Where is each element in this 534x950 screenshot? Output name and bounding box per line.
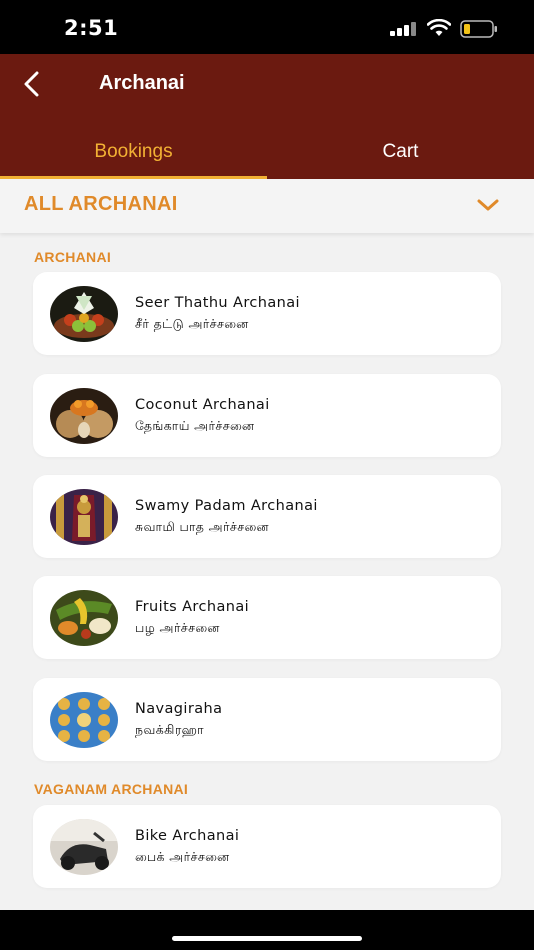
signal-icon <box>390 22 416 36</box>
wifi-icon <box>427 19 451 36</box>
list-item[interactable]: Navagiraha நவக்கிரஹா <box>33 678 501 761</box>
battery-icon <box>460 20 497 38</box>
home-bar-area <box>0 910 534 950</box>
bike-image <box>50 819 118 875</box>
chevron-down-icon <box>477 199 499 211</box>
item-subtitle: சுவாமி பாத அர்ச்சனை <box>135 519 269 534</box>
item-subtitle: தேங்காய் அர்ச்சனை <box>135 418 255 433</box>
list-item[interactable]: Seer Thathu Archanai சீர் தட்டு அர்ச்சனை <box>33 272 501 355</box>
item-title: Coconut Archanai <box>135 397 270 413</box>
list-item[interactable]: Fruits Archanai பழ அர்ச்சனை <box>33 576 501 659</box>
coconut-image <box>50 388 118 444</box>
item-subtitle: பைக் அர்ச்சனை <box>135 849 230 864</box>
list-item[interactable]: Swamy Padam Archanai சுவாமி பாத அர்ச்சனை <box>33 475 501 558</box>
back-button[interactable] <box>16 66 46 102</box>
fruits-image <box>50 590 118 646</box>
status-time: 2:51 <box>64 16 119 40</box>
item-title: Swamy Padam Archanai <box>135 498 318 514</box>
item-subtitle: சீர் தட்டு அர்ச்சனை <box>135 316 249 331</box>
item-subtitle: நவக்கிரஹா <box>135 722 204 737</box>
filter-selected-label: ALL ARCHANAI <box>24 193 178 215</box>
chevron-left-icon <box>24 71 39 97</box>
page-title: Archanai <box>99 72 185 94</box>
tab-bookings[interactable]: Bookings <box>0 134 267 179</box>
tab-cart[interactable]: Cart <box>267 134 534 179</box>
item-title: Navagiraha <box>135 701 223 717</box>
section-heading-archanai: ARCHANAI <box>34 249 112 265</box>
deity-image <box>50 489 118 545</box>
list-item[interactable]: Bike Archanai பைக் அர்ச்சனை <box>33 805 501 888</box>
status-bar: 2:51 <box>0 0 534 54</box>
home-indicator[interactable] <box>172 936 362 941</box>
item-title: Fruits Archanai <box>135 599 250 615</box>
item-subtitle: பழ அர்ச்சனை <box>135 620 220 635</box>
navagraha-image <box>50 692 118 748</box>
fruit-plate-image <box>50 286 118 342</box>
section-heading-vaganam-archanai: VAGANAM ARCHANAI <box>34 781 189 797</box>
item-title: Bike Archanai <box>135 828 240 844</box>
item-title: Seer Thathu Archanai <box>135 295 300 311</box>
archanai-filter-dropdown[interactable]: ALL ARCHANAI <box>0 179 534 233</box>
app-header: Archanai Bookings Cart <box>0 54 534 179</box>
list-item[interactable]: Coconut Archanai தேங்காய் அர்ச்சனை <box>33 374 501 457</box>
